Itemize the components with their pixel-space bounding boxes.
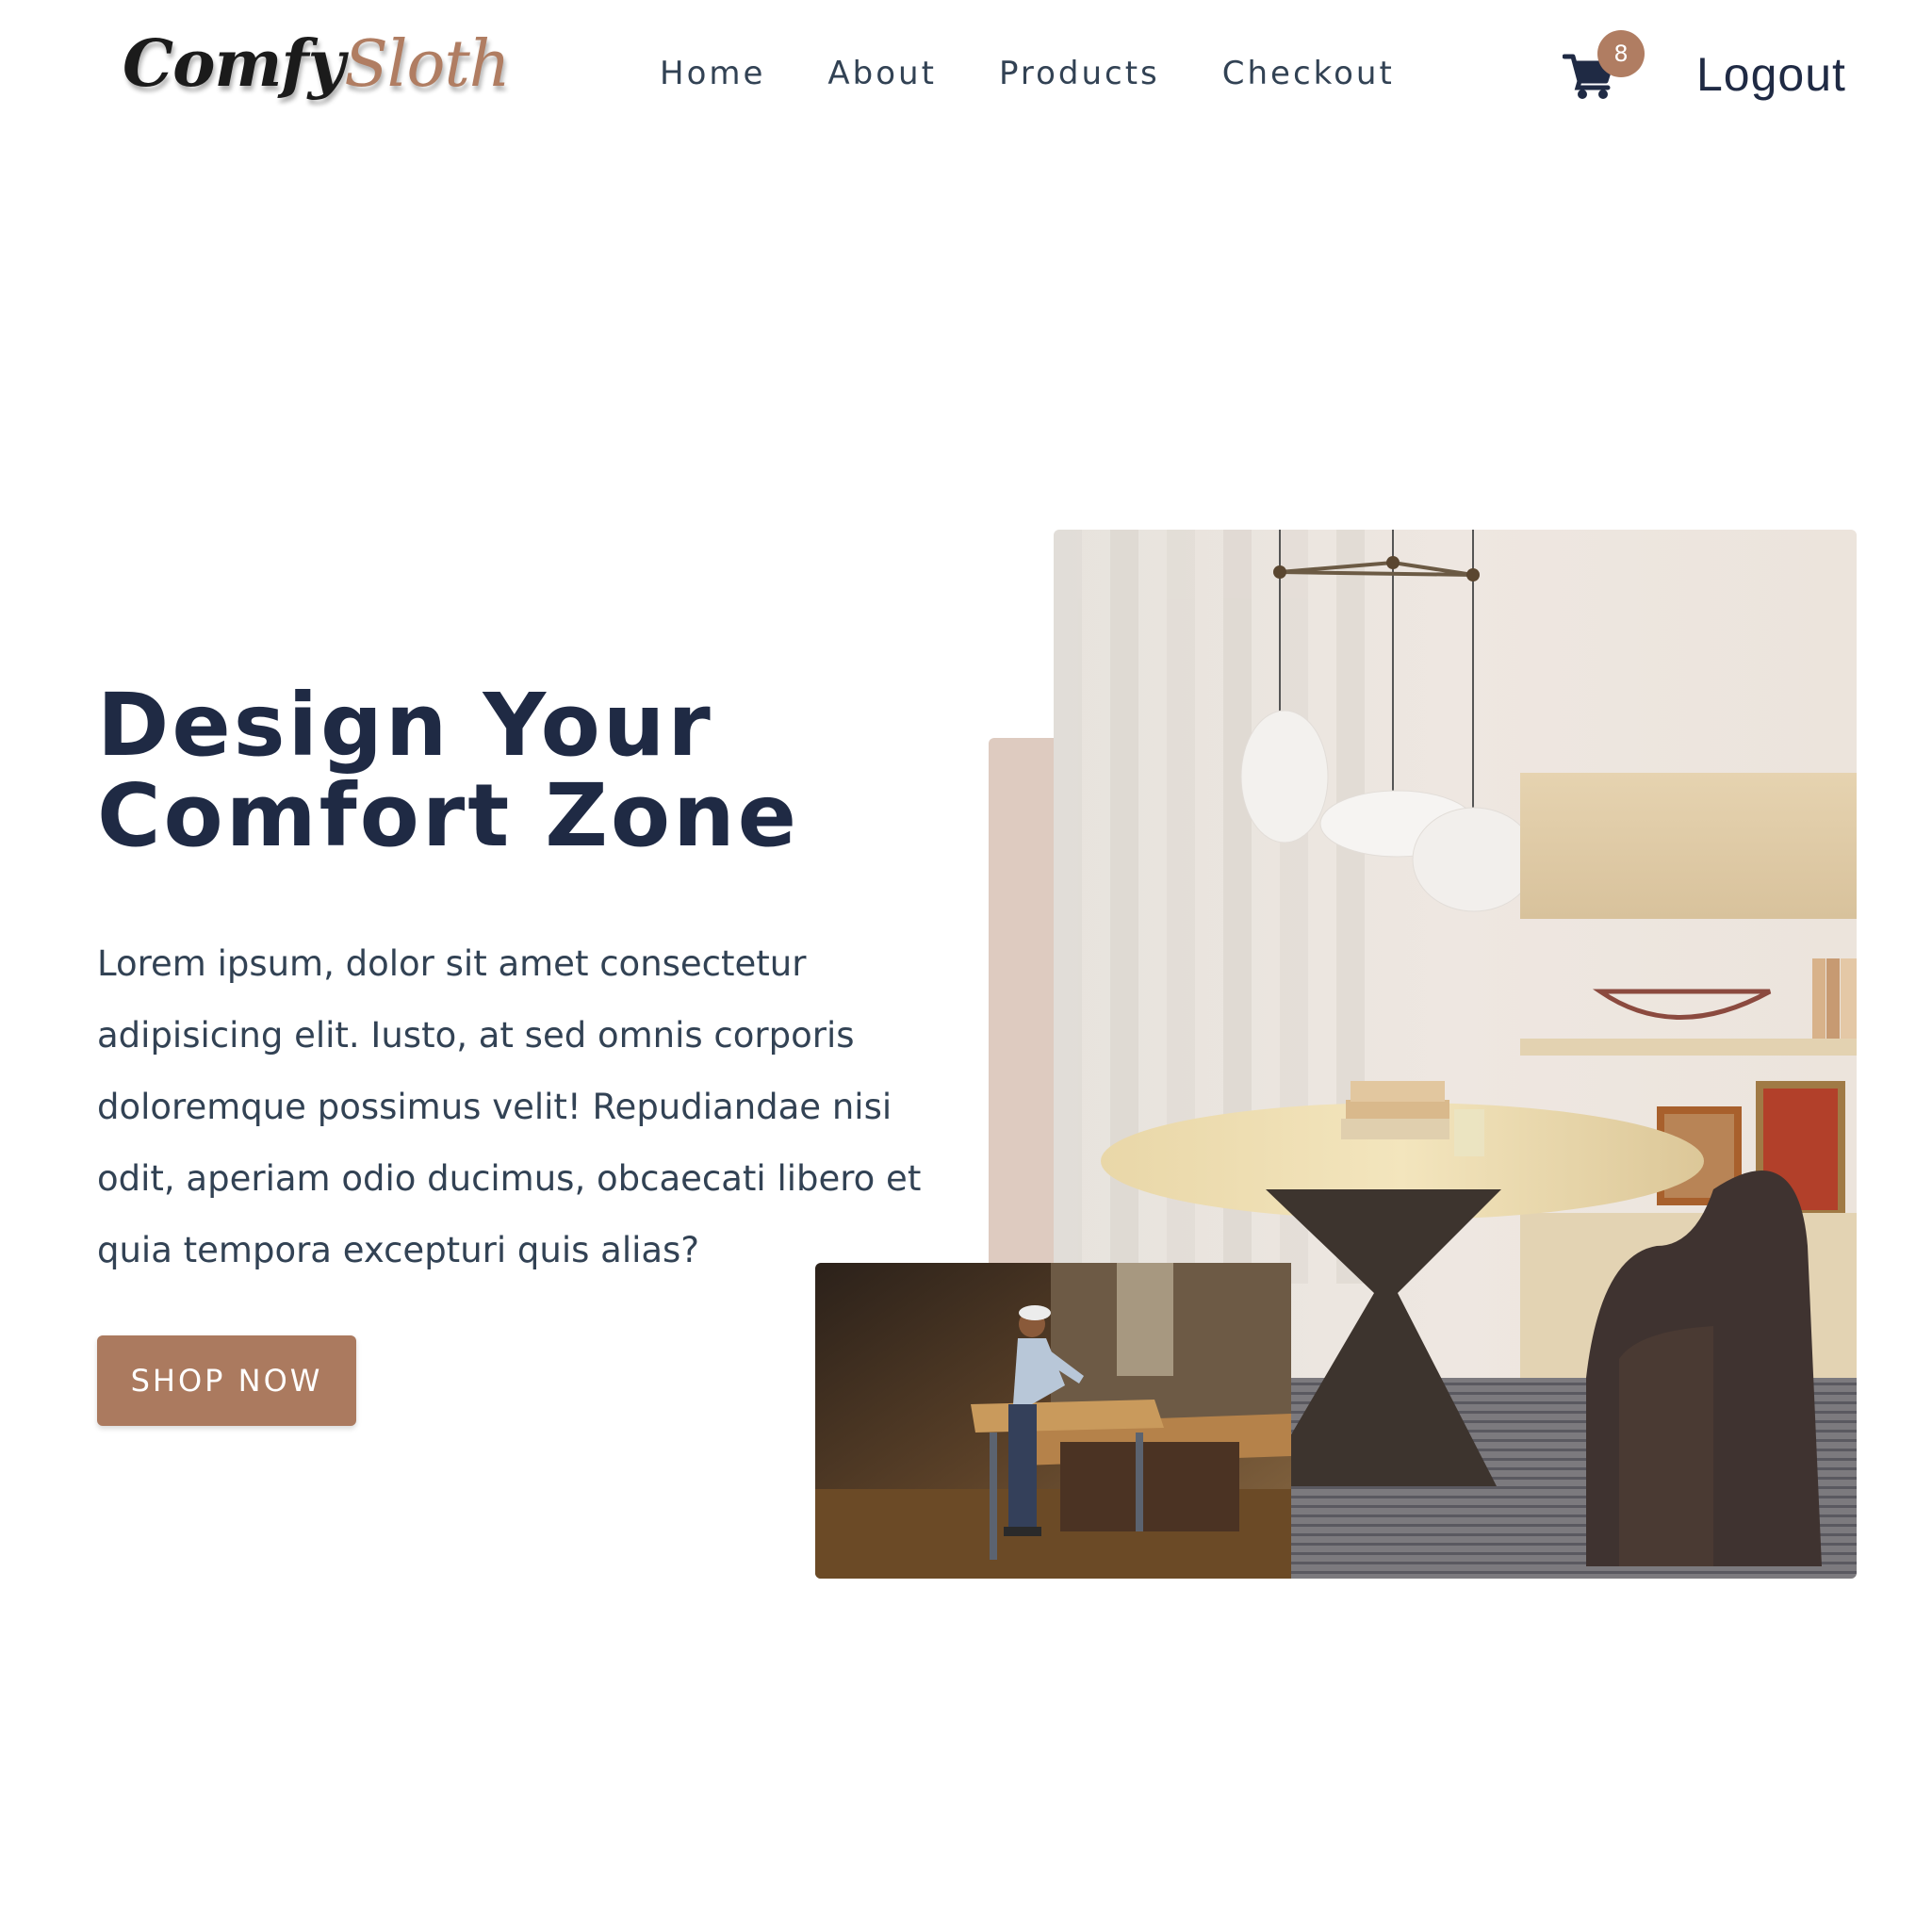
hero-title: Design Your Comfort Zone bbox=[97, 680, 945, 861]
hero-description: Lorem ipsum, dolor sit amet consectetur … bbox=[97, 943, 922, 1270]
hero-title-line1: Design Your bbox=[97, 675, 713, 776]
hero-title-line2: Comfort Zone bbox=[97, 765, 800, 866]
brand-logo[interactable]: ComfySloth bbox=[123, 26, 511, 102]
logout-button[interactable]: Logout bbox=[1696, 47, 1846, 102]
logo-text-comfy: Comfy bbox=[123, 26, 345, 102]
nav-link-products[interactable]: Products bbox=[999, 55, 1160, 92]
nav-link-home[interactable]: Home bbox=[660, 55, 765, 92]
nav-links: Home About Products Checkout bbox=[660, 55, 1457, 92]
logo-text-sloth: Sloth bbox=[344, 27, 510, 102]
nav-link-about[interactable]: About bbox=[827, 55, 937, 92]
shop-now-button[interactable]: SHOP NOW bbox=[97, 1335, 356, 1426]
hero-secondary-image bbox=[815, 1263, 1291, 1579]
cart-count-badge: 8 bbox=[1597, 30, 1645, 77]
cart-button[interactable]: 8 bbox=[1563, 30, 1645, 106]
nav-link-checkout[interactable]: Checkout bbox=[1222, 55, 1395, 92]
navbar: ComfySloth Home About Products Checkout … bbox=[0, 0, 1932, 156]
decorative-accent-bar bbox=[989, 738, 1055, 1266]
